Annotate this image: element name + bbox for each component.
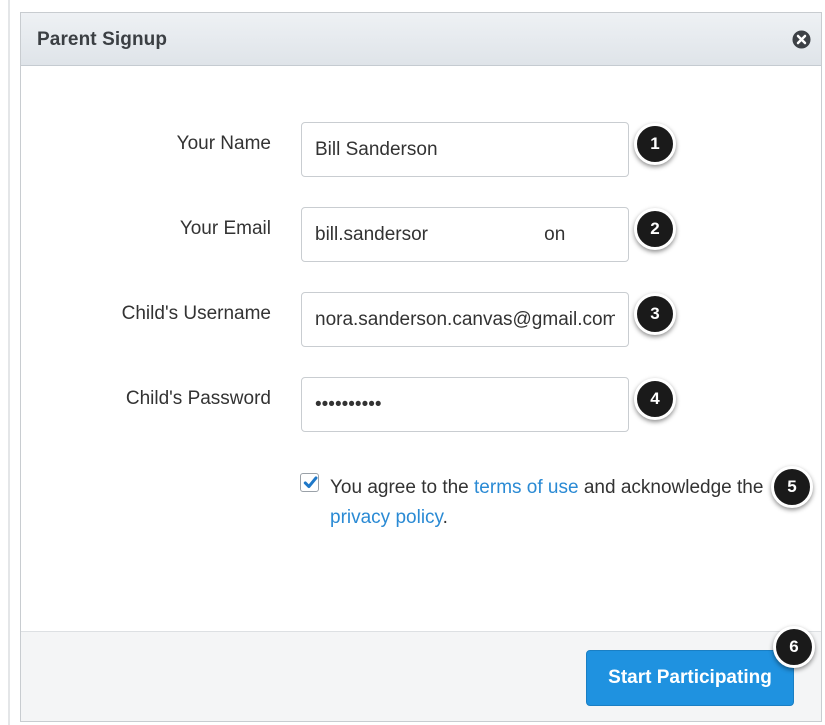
- your-name-input[interactable]: [301, 122, 629, 177]
- childs-password-label: Child's Password: [125, 388, 271, 409]
- close-icon[interactable]: [792, 30, 811, 49]
- dialog-header: Parent Signup: [21, 13, 821, 66]
- callout-6: 6: [773, 626, 815, 668]
- page-left-edge: [8, 0, 10, 725]
- agreement-text-before: You agree to the: [330, 477, 475, 498]
- start-participating-button[interactable]: Start Participating: [586, 650, 794, 706]
- agreement-text-middle: and acknowledge the: [578, 477, 764, 498]
- agreement-text: You agree to the terms of use and acknow…: [330, 473, 790, 533]
- childs-username-label: Child's Username: [121, 303, 271, 324]
- agreement-text-after: .: [442, 507, 448, 528]
- childs-password-input[interactable]: [301, 377, 629, 432]
- checkmark-icon: [303, 476, 318, 489]
- callout-5: 5: [771, 466, 813, 508]
- privacy-policy-link[interactable]: privacy policy: [330, 507, 443, 528]
- agree-checkbox[interactable]: [300, 473, 319, 492]
- callout-1: 1: [634, 123, 676, 165]
- your-email-input[interactable]: [301, 207, 629, 262]
- parent-signup-dialog: Parent Signup Your Name 1 Your Email 2 C…: [20, 12, 822, 722]
- your-name-label: Your Name: [176, 133, 271, 154]
- callout-2: 2: [634, 208, 676, 250]
- your-email-label: Your Email: [179, 218, 271, 239]
- dialog-title: Parent Signup: [37, 29, 168, 50]
- childs-username-input[interactable]: [301, 292, 629, 347]
- terms-of-use-link[interactable]: terms of use: [474, 477, 579, 498]
- callout-3: 3: [634, 293, 676, 335]
- callout-4: 4: [634, 378, 676, 420]
- dialog-footer: Start Participating 6: [21, 626, 821, 721]
